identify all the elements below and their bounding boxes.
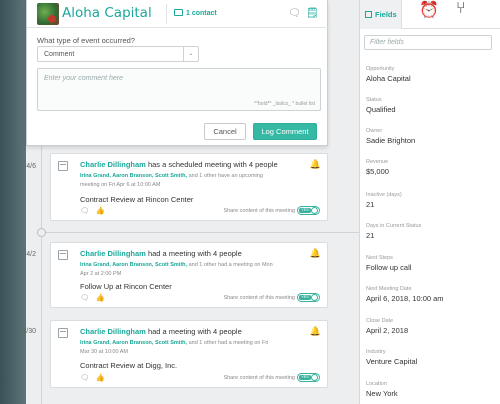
format-hint: **bold** _italics_ * bullet list [254, 101, 315, 107]
contact-card-icon [174, 9, 183, 16]
bell-icon[interactable]: 🔔 [310, 326, 321, 337]
timeline-divider [41, 232, 359, 233]
filter-fields-input[interactable]: Filter fields [364, 35, 492, 50]
field-location[interactable]: Location New York [366, 381, 496, 399]
attendees[interactable]: Irina Grand, Aaron Branson, Scott Smith, [80, 262, 187, 268]
account-avatar [37, 3, 59, 25]
bell-icon[interactable]: 🔔 [310, 159, 321, 170]
comment-icon[interactable]: 🗨 [288, 8, 301, 19]
activity-title: Charlie Dillingham had a meeting with 4 … [80, 249, 242, 258]
contacts-link[interactable]: 1 contact [174, 9, 217, 17]
field-close-date[interactable]: Close Date April 2, 2018 [366, 318, 496, 336]
activity-actions: 🗨 👍 [80, 206, 111, 215]
activity-actions: 🗨 👍 [80, 373, 111, 382]
calendar-icon [58, 161, 68, 171]
activity-card[interactable]: 🔔 Charlie Dillingham had a meeting with … [50, 242, 328, 308]
record-header: Aloha Capital 1 contact 🗨 🗒 [27, 0, 329, 28]
toggle-yes: YES [299, 208, 311, 213]
timeline-line [41, 140, 42, 404]
activity-owner[interactable]: Charlie Dillingham [80, 160, 146, 169]
calendar-icon [58, 328, 68, 338]
share-label: Share content of this meeting [223, 208, 295, 214]
meeting-subject: Follow Up at Rincon Center [80, 282, 172, 291]
event-type-label: What type of event occurred? [37, 36, 135, 45]
thumbs-up-icon[interactable]: 👍 [96, 206, 105, 215]
comment-icon[interactable]: 🗨 [80, 373, 90, 382]
share-toggle[interactable]: YES [297, 206, 320, 215]
field-next-steps[interactable]: Next Steps Follow up call [366, 255, 496, 273]
meeting-subject: Contract Review at Rincon Center [80, 195, 194, 204]
activity-detail: Irina Grand, Aaron Branson, Scott Smith,… [80, 340, 269, 355]
activity-actions: 🗨 👍 [80, 293, 111, 302]
activity-detail: Irina Grand, Aaron Branson, Scott Smith,… [80, 173, 263, 188]
field-opportunity[interactable]: Opportunity Aloha Capital [366, 66, 496, 84]
activity-title: Charlie Dillingham has a scheduled meeti… [80, 160, 278, 169]
activity-owner[interactable]: Charlie Dillingham [80, 249, 146, 258]
calendar-icon [58, 250, 68, 260]
thumbs-up-icon[interactable]: 👍 [96, 373, 105, 382]
share-toggle[interactable]: YES [297, 293, 320, 302]
chevron-down-icon: ⌄ [183, 47, 198, 61]
timeline-marker [37, 228, 46, 237]
field-inactive-days[interactable]: Inactive (days) 21 [366, 192, 496, 210]
comment-placeholder: Enter your comment here [44, 75, 123, 82]
sidebar-tabs: Fields ⏰ ⑂ [360, 0, 500, 29]
task-icon[interactable]: 🗒 [306, 8, 319, 19]
toggle-knob [311, 374, 318, 381]
tab-fields-label: Fields [375, 10, 397, 19]
field-next-meeting-date[interactable]: Next Meeting Date April 6, 2018, 10:00 am [366, 286, 496, 304]
tab-fields[interactable]: Fields [360, 0, 402, 29]
field-days-in-status[interactable]: Days in Current Status 21 [366, 223, 496, 241]
toggle-knob [311, 207, 318, 214]
thumbs-up-icon[interactable]: 👍 [96, 293, 105, 302]
share-toggle[interactable]: YES [297, 373, 320, 382]
activity-detail: Irina Grand, Aaron Branson, Scott Smith,… [80, 262, 273, 277]
contacts-count: 1 contact [186, 10, 217, 17]
list-icon [365, 11, 372, 18]
comment-icon[interactable]: 🗨 [80, 206, 90, 215]
toggle-yes: YES [299, 295, 311, 300]
attendees[interactable]: Irina Grand, Aaron Branson, Scott Smith, [80, 173, 187, 179]
timeline-date: 3/30 [22, 328, 36, 335]
share-label: Share content of this meeting [223, 295, 295, 301]
record-title[interactable]: Aloha Capital [62, 5, 152, 21]
timeline-date: 4/6 [26, 163, 36, 170]
event-type-select[interactable]: Comment ⌄ [37, 46, 199, 62]
comment-textarea[interactable]: Enter your comment here **bold** _italic… [37, 68, 321, 111]
cancel-button[interactable]: Cancel [204, 123, 246, 140]
share-icon[interactable]: ⑂ [456, 0, 466, 29]
comment-icon[interactable]: 🗨 [80, 293, 90, 302]
toggle-yes: YES [299, 375, 311, 380]
activity-card[interactable]: 🔔 Charlie Dillingham had a meeting with … [50, 320, 328, 388]
bell-icon[interactable]: 🔔 [310, 248, 321, 259]
filter-placeholder: Filter fields [370, 39, 404, 46]
header-divider [166, 4, 167, 24]
fields-sidebar: Fields ⏰ ⑂ Filter fields Opportunity Aloh… [359, 0, 500, 404]
activity-title: Charlie Dillingham had a meeting with 4 … [80, 327, 242, 336]
share-label: Share content of this meeting [223, 375, 295, 381]
log-comment-button[interactable]: Log Comment [253, 123, 317, 140]
event-type-value: Comment [44, 51, 75, 58]
activity-card[interactable]: 🔔 Charlie Dillingham has a scheduled mee… [50, 153, 328, 221]
timeline-date: 4/2 [26, 251, 36, 258]
left-edge [0, 0, 26, 404]
activity-owner[interactable]: Charlie Dillingham [80, 327, 146, 336]
field-industry[interactable]: Industry Venture Capital [366, 349, 496, 367]
log-event-panel: Aloha Capital 1 contact 🗨 🗒 What type of… [26, 0, 329, 146]
field-status[interactable]: Status Qualified [366, 97, 496, 115]
attendees[interactable]: Irina Grand, Aaron Branson, Scott Smith, [80, 340, 187, 346]
field-revenue[interactable]: Revenue $5,000 [366, 159, 496, 177]
field-owner[interactable]: Owner Sadie Brighton [366, 128, 496, 146]
alarm-icon[interactable]: ⏰ [419, 0, 439, 29]
toggle-knob [311, 294, 318, 301]
meeting-subject: Contract Review at Digg, Inc. [80, 361, 178, 370]
